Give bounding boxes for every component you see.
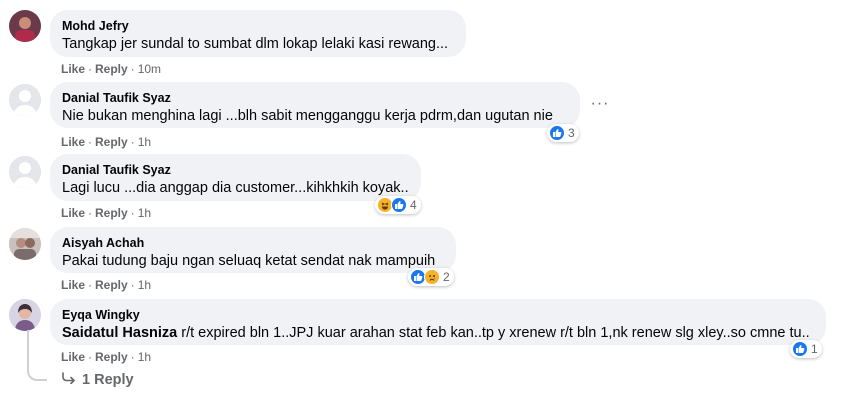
comment-actions: Like · Reply · 1h — [61, 135, 152, 149]
profile-photo-icon — [9, 299, 41, 331]
like-link[interactable]: Like — [61, 62, 85, 76]
comment-actions: Like · Reply · 10m — [61, 62, 162, 76]
comment-time[interactable]: 1h — [138, 278, 151, 292]
reaction-count: 1 — [811, 342, 818, 356]
sad-icon — [424, 269, 440, 285]
more-options-icon[interactable]: ··· — [588, 96, 612, 116]
like-link[interactable]: Like — [61, 206, 85, 220]
reaction-summary[interactable]: 4 — [375, 196, 421, 214]
default-avatar-icon — [9, 156, 41, 188]
view-replies-link[interactable]: 1 Reply — [62, 372, 134, 388]
avatar[interactable] — [9, 228, 41, 260]
comment-time[interactable]: 1h — [138, 350, 151, 364]
avatar[interactable] — [9, 299, 41, 331]
avatar[interactable] — [9, 10, 41, 42]
comment-bubble: Danial Taufik Syaz Nie bukan menghina la… — [50, 82, 580, 128]
comment-bubble: Danial Taufik Syaz Lagi lucu ...dia angg… — [50, 154, 421, 201]
like-icon — [792, 341, 808, 357]
reaction-summary[interactable]: 2 — [408, 268, 454, 286]
comment-text: Tangkap jer sundal to sumbat dlm lokap l… — [62, 36, 449, 52]
comment-text-body: r/t expired bln 1..JPJ kuar arahan stat … — [177, 325, 810, 341]
comment-text: Lagi lucu ...dia anggap dia customer...k… — [62, 180, 409, 196]
comment-author[interactable]: Mohd Jefry — [62, 18, 454, 34]
comment-author[interactable]: Eyqa Wingky — [62, 307, 814, 323]
reaction-count: 4 — [410, 198, 417, 212]
reaction-summary[interactable]: 3 — [547, 124, 579, 142]
like-link[interactable]: Like — [61, 135, 85, 149]
reaction-count: 3 — [568, 126, 575, 140]
comment-time[interactable]: 10m — [138, 62, 161, 76]
comment-author[interactable]: Aisyah Achah — [62, 235, 444, 251]
comment-bubble: Eyqa Wingky Saidatul Hasniza r/t expired… — [50, 299, 826, 345]
profile-photo-icon — [9, 10, 41, 42]
reply-link[interactable]: Reply — [95, 350, 128, 364]
profile-photo-icon — [9, 228, 41, 260]
comment-text: Nie bukan menghina lagi ...blh sabit men… — [62, 108, 553, 124]
default-avatar-icon — [9, 84, 41, 116]
replies-count-label[interactable]: 1 Reply — [82, 372, 134, 388]
comment-author[interactable]: Danial Taufik Syaz — [62, 90, 568, 106]
comment-actions: Like · Reply · 1h — [61, 206, 152, 220]
avatar[interactable] — [9, 156, 41, 188]
reply-arrow-icon — [62, 372, 76, 388]
comment-time[interactable]: 1h — [138, 135, 151, 149]
comment-time[interactable]: 1h — [138, 206, 151, 220]
comment-text: Saidatul Hasniza r/t expired bln 1..JPJ … — [62, 324, 814, 343]
comment-actions: Like · Reply · 1h — [61, 350, 152, 364]
comment-actions: Like · Reply · 1h — [61, 278, 152, 292]
reply-link[interactable]: Reply — [95, 206, 128, 220]
like-icon — [549, 125, 565, 141]
comment-author[interactable]: Danial Taufik Syaz — [62, 162, 409, 178]
thread-line — [27, 330, 47, 381]
like-link[interactable]: Like — [61, 350, 85, 364]
reply-link[interactable]: Reply — [95, 278, 128, 292]
mention-link[interactable]: Saidatul Hasniza — [62, 325, 177, 341]
comment-bubble: Mohd Jefry Tangkap jer sundal to sumbat … — [50, 10, 466, 57]
comment-text: Pakai tudung baju ngan seluaq ketat send… — [62, 253, 436, 269]
reply-link[interactable]: Reply — [95, 62, 128, 76]
avatar[interactable] — [9, 84, 41, 116]
reply-link[interactable]: Reply — [95, 135, 128, 149]
like-link[interactable]: Like — [61, 278, 85, 292]
comment-bubble: Aisyah Achah Pakai tudung baju ngan selu… — [50, 227, 456, 273]
reaction-summary[interactable]: 1 — [790, 340, 822, 358]
reaction-count: 2 — [443, 270, 450, 284]
like-icon — [391, 197, 407, 213]
